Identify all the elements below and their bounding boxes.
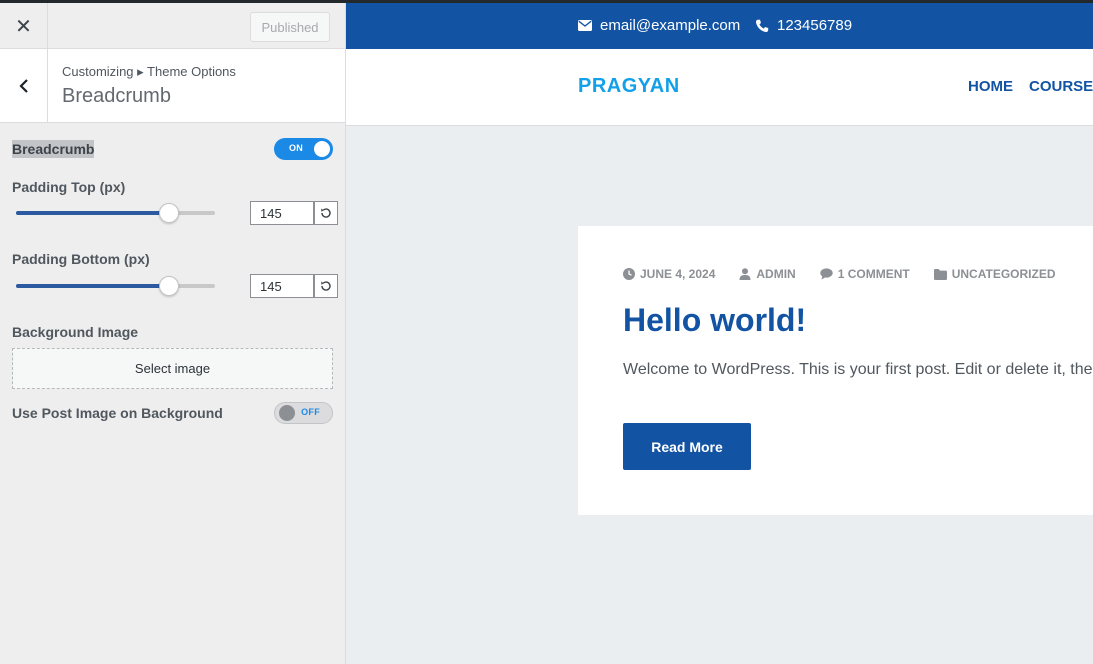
reset-icon bbox=[321, 281, 331, 291]
primary-nav: HOME COURSES bbox=[968, 78, 1093, 95]
comment-icon bbox=[820, 268, 833, 280]
customizer-header: ✕ Published bbox=[0, 3, 345, 49]
padding-top-slider[interactable] bbox=[16, 203, 215, 223]
back-button[interactable] bbox=[0, 49, 48, 122]
nav-item-courses[interactable]: COURSES bbox=[1029, 78, 1093, 95]
toggle-knob bbox=[314, 141, 330, 157]
folder-icon bbox=[933, 268, 947, 280]
nav-item-home[interactable]: HOME bbox=[968, 78, 1013, 95]
padding-top-label: Padding Top (px) bbox=[12, 179, 126, 195]
post-date[interactable]: JUNE 4, 2024 bbox=[623, 267, 715, 281]
phone-icon bbox=[755, 19, 769, 32]
customizer-breadcrumb: Customizing ▸ Theme Options bbox=[62, 64, 236, 79]
post-author-text: ADMIN bbox=[756, 267, 796, 281]
customizer-sidebar: ✕ Published Customizing ▸ Theme Options … bbox=[0, 0, 346, 664]
post-comments[interactable]: 1 COMMENT bbox=[820, 267, 910, 281]
post-category[interactable]: UNCATEGORIZED bbox=[933, 267, 1056, 281]
padding-bottom-label: Padding Bottom (px) bbox=[12, 251, 150, 267]
post-author[interactable]: ADMIN bbox=[739, 267, 796, 281]
post-excerpt: Welcome to WordPress. This is your first… bbox=[623, 361, 1093, 378]
post-image-toggle[interactable]: OFF bbox=[274, 402, 333, 424]
padding-bottom-slider[interactable] bbox=[16, 276, 215, 296]
section-title-bar: Customizing ▸ Theme Options Breadcrumb bbox=[0, 49, 345, 123]
post-title[interactable]: Hello world! bbox=[623, 302, 806, 339]
section-title: Breadcrumb bbox=[62, 85, 171, 107]
clock-icon bbox=[623, 268, 635, 280]
preview-site-header: PRAGYAN HOME COURSES bbox=[346, 49, 1093, 126]
preview-top-bar: email@example.com 123456789 bbox=[346, 3, 1093, 49]
post-comments-text: 1 COMMENT bbox=[837, 267, 910, 281]
site-preview: email@example.com 123456789 PRAGYAN HOME… bbox=[346, 0, 1093, 664]
slider-thumb[interactable] bbox=[159, 276, 180, 296]
padding-top-reset-button[interactable] bbox=[314, 201, 338, 225]
admin-top-border bbox=[0, 0, 1093, 3]
breadcrumb-toggle[interactable]: ON bbox=[274, 138, 333, 160]
slider-fill bbox=[16, 211, 170, 215]
breadcrumb-toggle-label: Breadcrumb bbox=[12, 140, 95, 158]
background-image-label: Background Image bbox=[12, 324, 139, 340]
reset-icon bbox=[321, 208, 331, 218]
contact-phone-text: 123456789 bbox=[777, 17, 853, 34]
slider-fill bbox=[16, 284, 170, 288]
post-card: JUNE 4, 2024 ADMIN 1 COMMENT UNCATEGORIZ… bbox=[578, 226, 1093, 515]
breadcrumb-label-text: Breadcrumb bbox=[12, 140, 95, 158]
toggle-state-text: ON bbox=[289, 143, 304, 153]
slider-thumb[interactable] bbox=[159, 203, 180, 223]
padding-bottom-input[interactable] bbox=[250, 274, 314, 298]
select-image-button[interactable]: Select image bbox=[12, 348, 333, 389]
contact-email[interactable]: email@example.com bbox=[578, 17, 740, 34]
close-customizer-button[interactable]: ✕ bbox=[0, 3, 48, 49]
post-meta: JUNE 4, 2024 ADMIN 1 COMMENT UNCATEGORIZ… bbox=[623, 267, 1056, 281]
post-date-text: JUNE 4, 2024 bbox=[640, 267, 716, 281]
contact-phone[interactable]: 123456789 bbox=[755, 17, 852, 34]
user-icon bbox=[739, 268, 751, 280]
close-icon: ✕ bbox=[15, 15, 32, 38]
toggle-state-text: OFF bbox=[301, 407, 320, 417]
post-category-text: UNCATEGORIZED bbox=[951, 267, 1056, 281]
publish-button[interactable]: Published bbox=[250, 12, 330, 42]
envelope-icon bbox=[578, 20, 592, 31]
site-logo[interactable]: PRAGYAN bbox=[578, 75, 680, 98]
chevron-left-icon bbox=[18, 78, 28, 93]
contact-email-text: email@example.com bbox=[600, 17, 741, 34]
padding-bottom-reset-button[interactable] bbox=[314, 274, 338, 298]
padding-top-input[interactable] bbox=[250, 201, 314, 225]
read-more-button[interactable]: Read More bbox=[623, 423, 751, 470]
post-image-label: Use Post Image on Background bbox=[12, 405, 223, 421]
toggle-knob bbox=[279, 405, 295, 421]
